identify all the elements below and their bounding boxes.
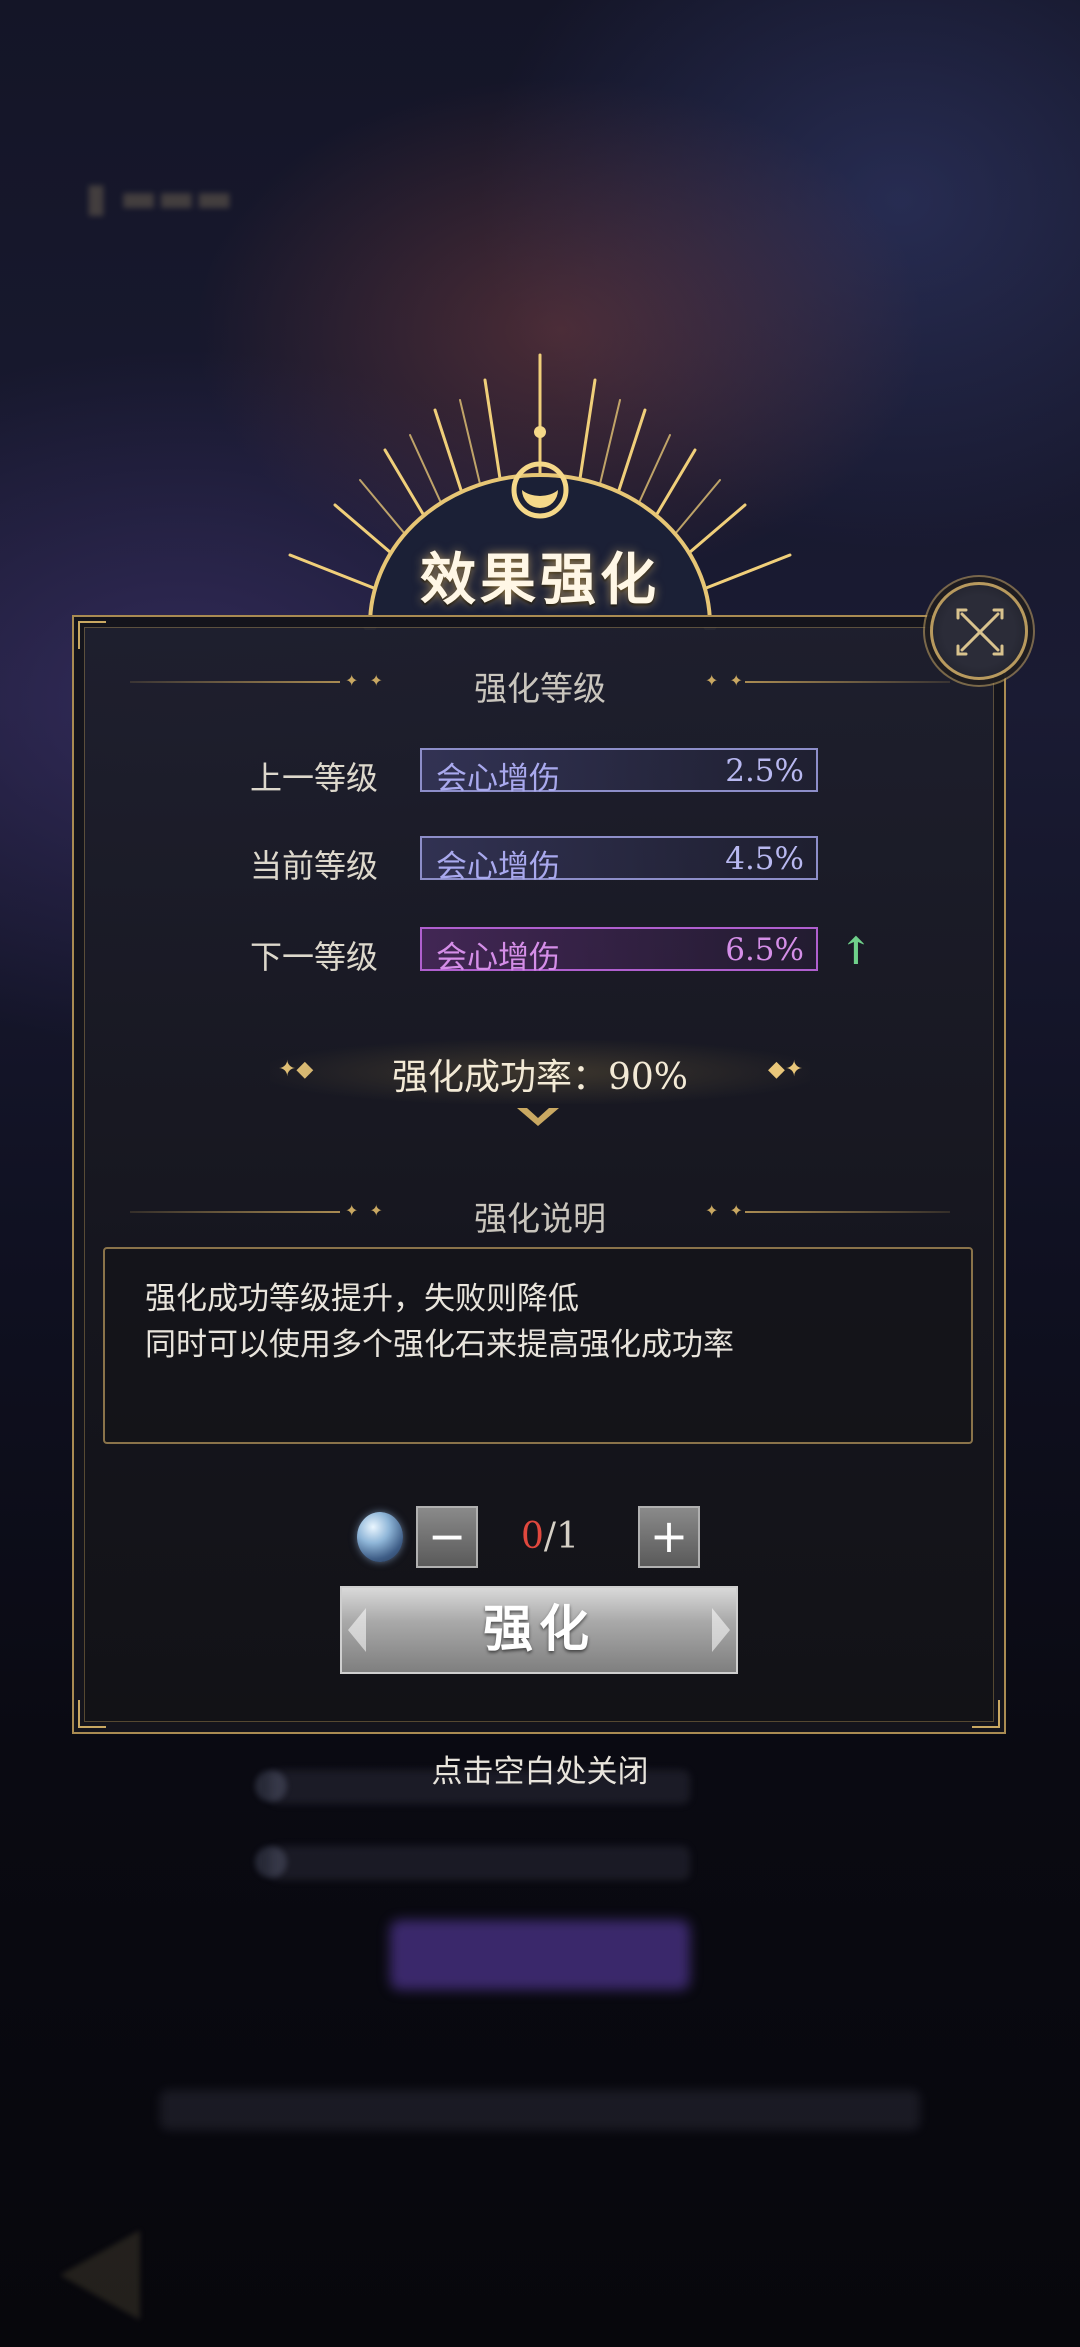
button-right-ornament [712, 1608, 730, 1652]
ornament-right-icon: ◆✦ [768, 1057, 804, 1082]
enhance-button[interactable]: 强化 [340, 1586, 738, 1674]
success-rate-banner: 强化成功率：90% [270, 1040, 810, 1104]
close-icon [956, 608, 1004, 656]
material-count: 0/1 [480, 1516, 620, 1557]
description-section-title: 强化说明 [474, 1199, 606, 1238]
dialog-title: 效果强化 [420, 547, 660, 613]
background-blurred-text: ▮ ▬▬▬ [85, 175, 234, 221]
success-rate-text: 强化成功率：90% [391, 1057, 689, 1098]
tap-to-close-hint[interactable]: 点击空白处关闭 [0, 1746, 1080, 1791]
background-back-arrow-icon [60, 2230, 140, 2320]
background-blurred-text [160, 2090, 920, 2130]
previous-level-label: 上一等级 [250, 759, 379, 797]
enhance-stone-icon [357, 1512, 403, 1562]
increase-arrow-icon: ↑ [840, 928, 872, 973]
button-left-ornament [348, 1608, 366, 1652]
description-section-header: ✦ ✦ 强化说明 ✦ ✦ [130, 1192, 950, 1238]
levels-section-title: 强化等级 [474, 669, 606, 708]
panel-corner-ornament [78, 1700, 106, 1728]
panel-corner-ornament [78, 621, 106, 649]
material-count-current: 0 [521, 1516, 544, 1557]
next-level-effect: 会心增伤 [436, 940, 560, 976]
enhance-button-label: 强化 [483, 1599, 595, 1658]
diamond-ornament-icon [517, 1108, 559, 1126]
panel-corner-ornament [972, 1700, 1000, 1728]
current-level-box: 会心增伤 4.5% [420, 836, 818, 885]
levels-section-header: ✦ ✦ 强化等级 ✦ ✦ [130, 662, 950, 708]
current-level-label: 当前等级 [250, 847, 379, 885]
current-level-effect: 会心增伤 [436, 849, 560, 885]
previous-level-box: 会心增伤 2.5% [420, 748, 818, 797]
material-count-total: 1 [556, 1516, 579, 1557]
material-count-separator: / [543, 1516, 557, 1557]
decrease-quantity-button[interactable]: − [416, 1506, 478, 1568]
next-level-label: 下一等级 [250, 938, 379, 976]
increase-quantity-button[interactable]: + [638, 1506, 700, 1568]
previous-level-effect: 会心增伤 [436, 761, 560, 797]
previous-level-value: 2.5% [725, 753, 804, 789]
description-box: 强化成功等级提升，失败则降低 同时可以使用多个强化石来提高强化成功率 [103, 1247, 973, 1444]
description-line: 强化成功等级提升，失败则降低 [145, 1281, 579, 1317]
background-blurred-row [270, 1846, 690, 1880]
next-level-box: 会心增伤 6.5% [420, 927, 818, 976]
description-line: 同时可以使用多个强化石来提高强化成功率 [145, 1327, 734, 1363]
next-level-value: 6.5% [725, 932, 804, 968]
current-level-value: 4.5% [725, 841, 804, 877]
background-blurred-button [390, 1920, 690, 1990]
